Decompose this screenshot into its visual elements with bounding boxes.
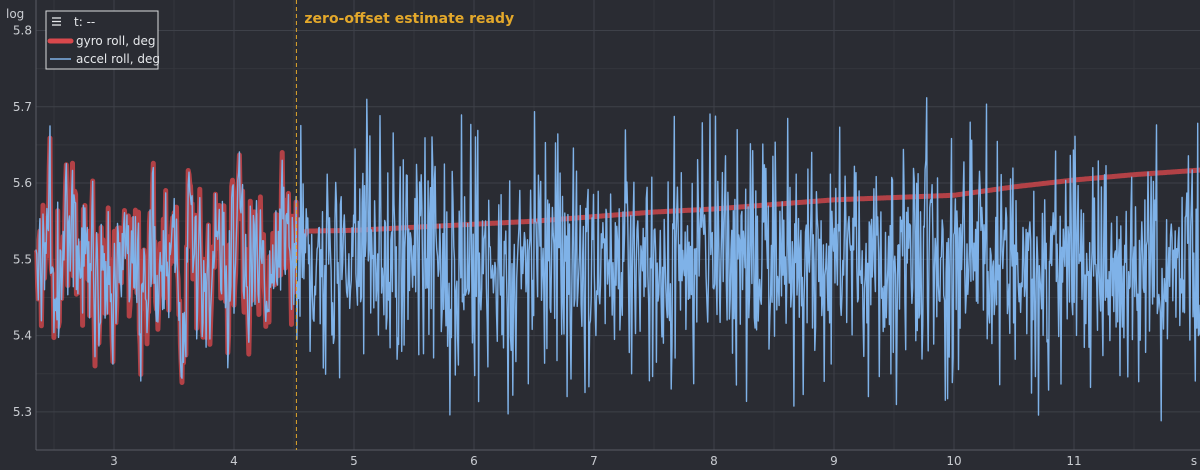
x-tick-label: 5	[350, 454, 358, 468]
roll-chart: 3 4 5 6 7 8 9 10 11 5.3 5.4 5.5 5.6 5.7 5.8 log s zero…	[0, 0, 1200, 470]
y-tick-label: 5.7	[13, 100, 32, 114]
y-tick-label: 5.8	[13, 24, 32, 38]
x-tick-label: 3	[110, 454, 118, 468]
zero-offset-annotation: zero-offset estimate ready	[304, 11, 514, 27]
x-tick-label: 4	[230, 454, 238, 468]
legend[interactable]: t: -- gyro roll, deg accel roll, deg	[45, 10, 160, 70]
chart-background	[0, 0, 1200, 470]
y-tick-label: 5.5	[13, 252, 32, 266]
x-tick-label: 8	[710, 454, 718, 468]
legend-entry-gyro[interactable]: gyro roll, deg	[76, 34, 155, 48]
y-axis-unit: log	[6, 7, 24, 21]
y-tick-label: 5.6	[13, 176, 32, 190]
x-axis-unit: s	[1191, 454, 1197, 468]
x-tick-label: 10	[946, 454, 961, 468]
y-tick-label: 5.4	[13, 329, 32, 343]
x-tick-label: 6	[470, 454, 478, 468]
cursor-readout: t: --	[74, 15, 95, 29]
x-tick-label: 11	[1066, 454, 1081, 468]
x-tick-label: 7	[590, 454, 598, 468]
x-tick-label: 9	[830, 454, 838, 468]
y-tick-label: 5.3	[13, 405, 32, 419]
legend-entry-accel[interactable]: accel roll, deg	[76, 52, 160, 66]
